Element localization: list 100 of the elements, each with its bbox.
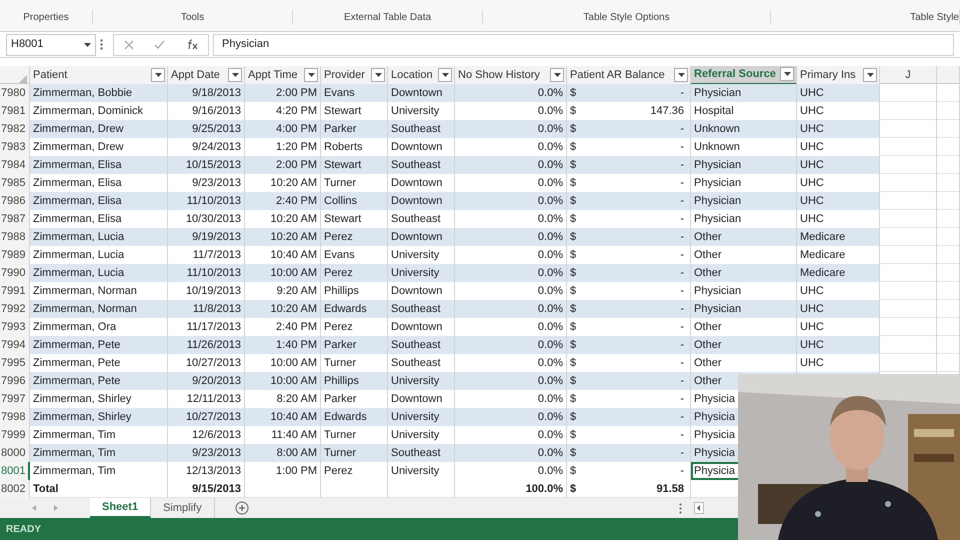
- function-icon[interactable]: [186, 39, 198, 50]
- row-header[interactable]: 8002: [0, 480, 30, 498]
- currency-symbol: $: [570, 446, 576, 461]
- currency-symbol: $: [570, 140, 576, 155]
- row-header[interactable]: 7990: [0, 264, 30, 282]
- table-cell-text: -: [680, 86, 684, 101]
- filter-button[interactable]: [674, 68, 688, 82]
- row-header[interactable]: 7989: [0, 246, 30, 264]
- table-cell-text: -: [680, 338, 684, 353]
- row-header[interactable]: 7983: [0, 138, 30, 156]
- row-header[interactable]: 7987: [0, 210, 30, 228]
- table-cell: Physician: [691, 156, 797, 174]
- row-header[interactable]: 7999: [0, 426, 30, 444]
- column-header[interactable]: Patient: [30, 66, 168, 84]
- column-header[interactable]: Location: [388, 66, 455, 84]
- table-cell: 11/8/2013: [168, 300, 245, 318]
- formula-field[interactable]: Physician: [213, 34, 954, 56]
- table-cell: 2:00 PM: [245, 156, 321, 174]
- table-cell: 1:40 PM: [245, 336, 321, 354]
- table-cell: Phillips: [321, 282, 388, 300]
- table-cell: 10:00 AM: [245, 264, 321, 282]
- filter-button[interactable]: [438, 68, 452, 82]
- row-header[interactable]: 7992: [0, 300, 30, 318]
- column-header[interactable]: Patient AR Balance: [567, 66, 691, 84]
- table-cell: 11/10/2013: [168, 192, 245, 210]
- column-header[interactable]: Referral Source: [691, 66, 797, 84]
- filter-button[interactable]: [151, 68, 165, 82]
- filter-button[interactable]: [371, 68, 385, 82]
- table-cell: Zimmerman, Norman: [30, 282, 168, 300]
- table-cell: 10:20 AM: [245, 300, 321, 318]
- table-cell: 0.0%: [455, 372, 567, 390]
- row-header[interactable]: 7996: [0, 372, 30, 390]
- table-cell: Stewart: [321, 156, 388, 174]
- table-cell: University: [388, 408, 455, 426]
- table-cell: Zimmerman, Lucia: [30, 228, 168, 246]
- table-cell: UHC: [797, 120, 880, 138]
- column-header[interactable]: J: [880, 66, 937, 84]
- table-cell: Downtown: [388, 228, 455, 246]
- table-cell-text: -: [680, 428, 684, 443]
- table-cell-text: -: [680, 284, 684, 299]
- row-header[interactable]: 7980: [0, 84, 30, 102]
- scroll-left-icon[interactable]: [694, 502, 704, 514]
- table-cell: 9:20 AM: [245, 282, 321, 300]
- column-header[interactable]: No Show History: [455, 66, 567, 84]
- column-header[interactable]: Provider: [321, 66, 388, 84]
- row-header[interactable]: 7997: [0, 390, 30, 408]
- column-header[interactable]: Primary Ins: [797, 66, 880, 84]
- row-header[interactable]: 7982: [0, 120, 30, 138]
- currency-symbol: $: [570, 464, 576, 479]
- sheet-tab[interactable]: Sheet1: [90, 498, 152, 518]
- add-sheet-icon[interactable]: [234, 501, 249, 515]
- currency-symbol: $: [570, 194, 576, 209]
- filter-button[interactable]: [550, 68, 564, 82]
- table-cell: UHC: [797, 156, 880, 174]
- table-cell: Other: [691, 318, 797, 336]
- check-icon[interactable]: [154, 40, 166, 50]
- currency-symbol: $: [570, 176, 576, 191]
- currency-symbol: $: [570, 122, 576, 137]
- table-cell: 0.0%: [455, 390, 567, 408]
- table-cell: Collins: [321, 192, 388, 210]
- table-cell: Downtown: [388, 84, 455, 102]
- table-cell: Zimmerman, Elisa: [30, 174, 168, 192]
- more-options-icon[interactable]: [678, 502, 682, 514]
- row-header[interactable]: 7986: [0, 192, 30, 210]
- table-cell: 0.0%: [455, 300, 567, 318]
- column-header[interactable]: Appt Time: [245, 66, 321, 84]
- row-header[interactable]: 7984: [0, 156, 30, 174]
- row-header[interactable]: 7995: [0, 354, 30, 372]
- filter-button[interactable]: [863, 68, 877, 82]
- dropdown-arrow-icon: [232, 73, 238, 78]
- table-cell: 10/30/2013: [168, 210, 245, 228]
- row-header[interactable]: 7981: [0, 102, 30, 120]
- column-header[interactable]: Appt Date: [168, 66, 245, 84]
- ribbon-group-label: Properties: [23, 11, 69, 25]
- dropdown-arrow-icon: [678, 73, 684, 78]
- row-header[interactable]: 8000: [0, 444, 30, 462]
- table-cell: UHC: [797, 354, 880, 372]
- filter-button[interactable]: [304, 68, 318, 82]
- row-header[interactable]: 7998: [0, 408, 30, 426]
- table-cell: Zimmerman, Lucia: [30, 246, 168, 264]
- currency-symbol: $: [570, 356, 576, 371]
- table-cell: Zimmerman, Lucia: [30, 264, 168, 282]
- row-header[interactable]: 7991: [0, 282, 30, 300]
- row-header[interactable]: 8001: [0, 462, 30, 480]
- table-cell: 9/18/2013: [168, 84, 245, 102]
- filter-button[interactable]: [780, 67, 794, 82]
- row-header[interactable]: 7988: [0, 228, 30, 246]
- name-box[interactable]: H8001: [6, 34, 96, 56]
- filter-button[interactable]: [228, 68, 242, 82]
- table-cell: Zimmerman, Tim: [30, 426, 168, 444]
- row-header[interactable]: 7993: [0, 318, 30, 336]
- table-cell: UHC: [797, 300, 880, 318]
- table-cell: 11:40 AM: [245, 426, 321, 444]
- row-header[interactable]: 7985: [0, 174, 30, 192]
- dropdown-arrow-icon: [154, 73, 162, 78]
- table-cell: UHC: [797, 138, 880, 156]
- row-header[interactable]: 7994: [0, 336, 30, 354]
- currency-symbol: $: [570, 212, 576, 227]
- more-options-icon[interactable]: [100, 39, 103, 50]
- table-cell: 0.0%: [455, 102, 567, 120]
